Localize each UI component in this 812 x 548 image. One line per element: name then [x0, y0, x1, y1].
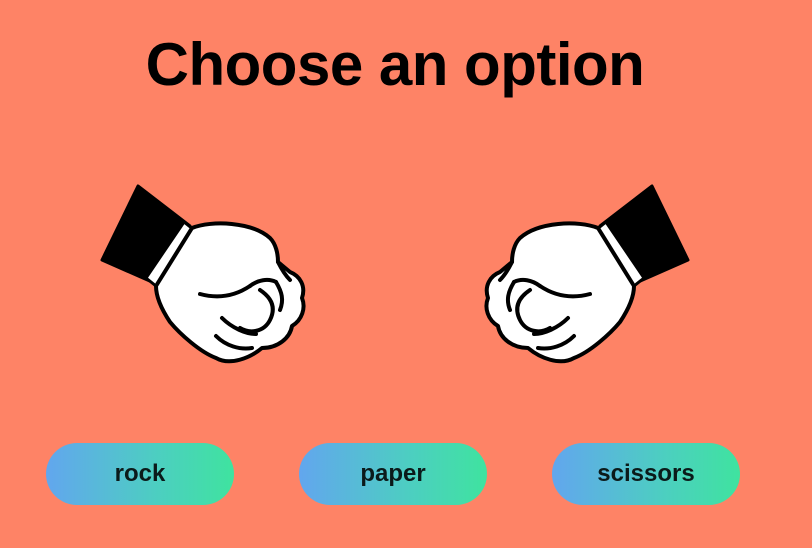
paper-button[interactable]: paper — [299, 443, 487, 505]
fist-icon — [100, 184, 306, 364]
rock-button[interactable]: rock — [46, 443, 234, 505]
fist-icon — [484, 184, 690, 364]
page-title: Choose an option — [145, 31, 645, 98]
scissors-button[interactable]: scissors — [552, 443, 740, 505]
